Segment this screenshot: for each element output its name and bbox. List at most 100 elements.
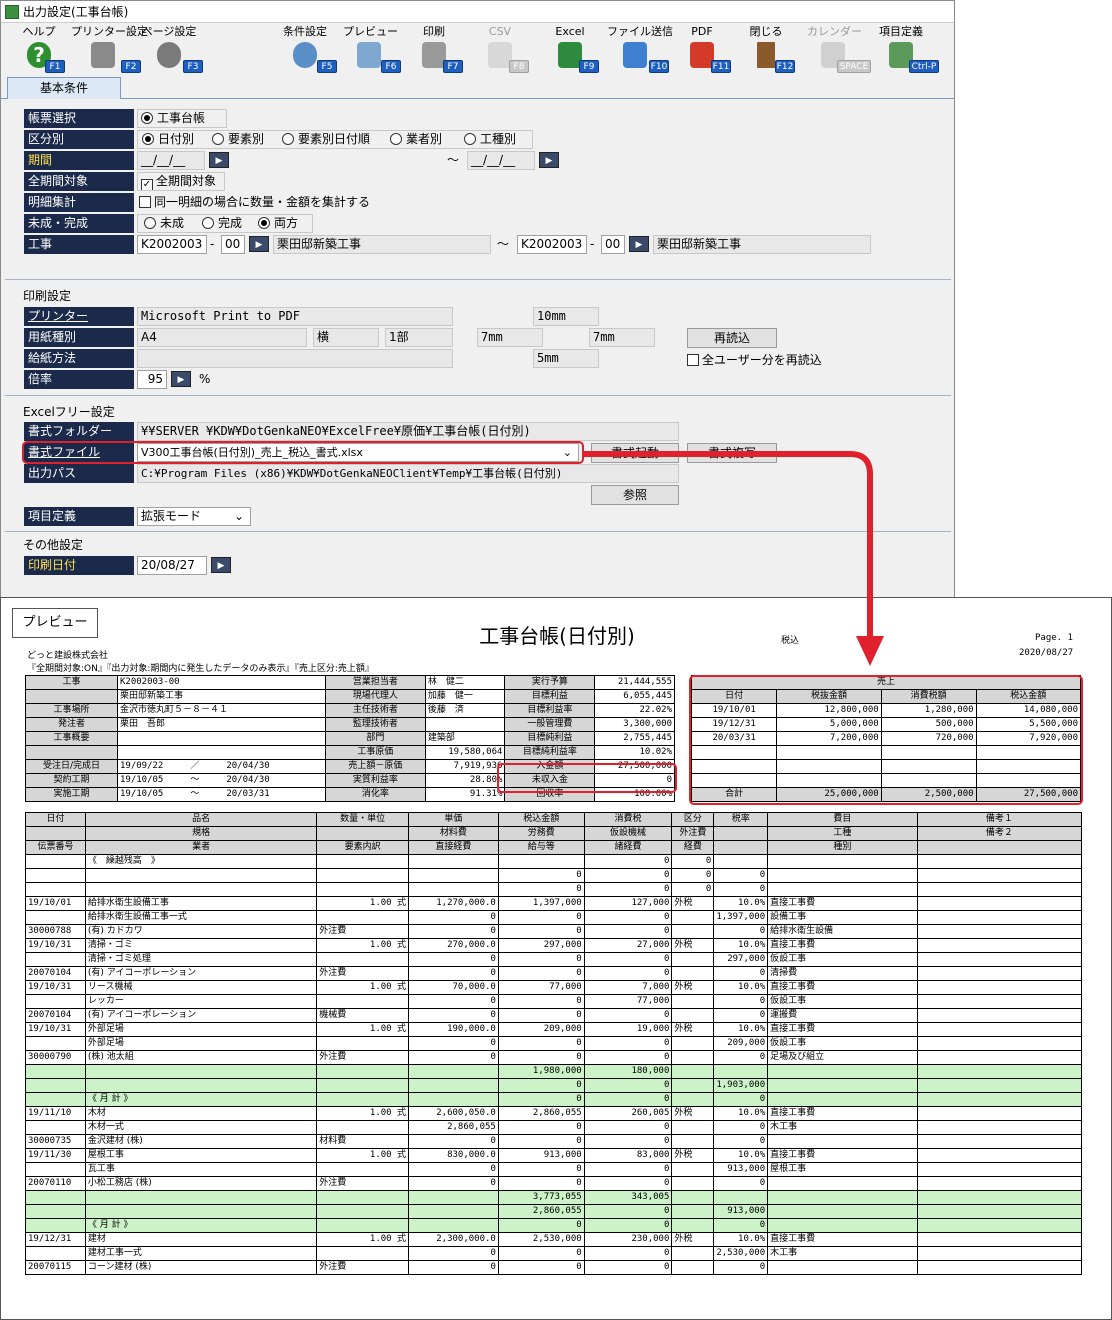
print-button[interactable]: 印刷 F7 [411, 24, 463, 76]
reload-all-checkbox[interactable]: 全ユーザー分を再読込 [687, 351, 822, 370]
table-cell: 0 [408, 1162, 499, 1177]
table-cell: 0 [583, 1162, 673, 1177]
all-period-checkbox[interactable]: ✓ 全期間対象 [137, 172, 225, 191]
item-definition-select[interactable]: 拡張モード ⌄ [137, 507, 251, 526]
table-cell [916, 1260, 1083, 1275]
reload-button[interactable]: 再読込 [687, 328, 777, 348]
info-cell: 実質利益率 [324, 773, 426, 788]
koji-from-code-input[interactable]: K2002003 [137, 235, 207, 254]
item-definition-button[interactable]: 項目定義 Ctrl-P [873, 24, 939, 76]
file-send-button[interactable]: ファイル送信 F10 [607, 24, 673, 76]
radio-vendor[interactable]: 業者別 [390, 131, 442, 148]
table-cell [408, 1190, 499, 1205]
info-cell: 10.02% [594, 745, 675, 760]
table-cell [916, 1078, 1083, 1093]
table-cell: 外税 [671, 938, 715, 953]
radio-date[interactable]: 日付別 [142, 131, 194, 148]
scale-input[interactable]: 95 [137, 370, 167, 389]
excel-button[interactable]: Excel F9 [547, 24, 599, 76]
radio-icon [258, 217, 270, 229]
table-cell [316, 1218, 410, 1233]
table-cell: 外注費 [316, 1260, 410, 1275]
koji-to-code-input[interactable]: K2002003 [517, 235, 587, 254]
info-cell: 19/09/22 ／ 20/04/30 [117, 759, 326, 774]
table-cell [316, 952, 410, 967]
table-cell: 0 [713, 882, 769, 897]
table-cell: 19/11/10 [25, 1106, 86, 1121]
radio-element[interactable]: 要素別 [212, 131, 264, 148]
paper-feed-value [137, 349, 453, 368]
table-row: 0 0 1,903,000 [25, 1078, 1083, 1093]
condition-settings-button[interactable]: 条件設定 F5 [279, 24, 337, 76]
table-cell [84, 868, 318, 883]
koji-from-search-button[interactable]: ▶ [249, 236, 269, 252]
table-cell [316, 1246, 410, 1261]
table-cell [25, 1092, 86, 1107]
table-cell [671, 1064, 715, 1079]
tab-basic-conditions[interactable]: 基本条件 [7, 77, 121, 99]
scale-button[interactable]: ▶ [171, 371, 191, 387]
printer-label[interactable]: プリンター [24, 307, 134, 326]
table-cell: 外部足場 [84, 1022, 318, 1037]
csv-button[interactable]: CSV F8 [477, 24, 529, 76]
page-settings-button[interactable]: ページ設定 F3 [141, 24, 203, 76]
table-cell [671, 1008, 715, 1023]
table-cell: 0 [713, 924, 769, 939]
info-row: 工事原価 19,580,064 目標純利益率 10.02% [25, 745, 675, 760]
table-cell: 0 [408, 1050, 499, 1065]
period-from-calendar-button[interactable]: ▶ [209, 152, 229, 168]
calendar-button[interactable]: カレンダー SPACE [807, 24, 871, 76]
info-cell: 工事原価 [324, 745, 426, 760]
print-date-label: 印刷日付 [24, 556, 134, 575]
page-number: Page. 1 [1035, 633, 1073, 643]
report-select-option[interactable]: 工事台帳 [137, 109, 227, 128]
table-cell [25, 1190, 86, 1205]
table-cell [916, 952, 1083, 967]
detail-aggregate-checkbox[interactable]: 同一明細の場合に数量・金額を集計する [139, 193, 370, 212]
table-cell: 外税 [671, 1148, 715, 1163]
radio-icon [202, 217, 214, 229]
table-cell: 19/12/31 [25, 1232, 86, 1247]
preview-button[interactable]: プレビュー F6 [343, 24, 401, 76]
radio-complete[interactable]: 完成 [202, 215, 242, 232]
help-button[interactable]: ヘルプ? F1 [19, 24, 65, 76]
period-to-calendar-button[interactable]: ▶ [539, 152, 559, 168]
radio-work-type[interactable]: 工種別 [464, 131, 516, 148]
radio-icon [390, 133, 402, 145]
period-from-input[interactable]: __/__/__ [137, 151, 205, 170]
radio-incomplete[interactable]: 未成 [144, 215, 184, 232]
table-cell: 機械費 [316, 1008, 410, 1023]
koji-to-dash: - [590, 237, 595, 251]
table-cell: 0 [583, 966, 673, 981]
table-cell: 0 [497, 1134, 585, 1149]
koji-to-sub-input[interactable]: 00 [601, 235, 625, 254]
radio-element-date[interactable]: 要素別日付順 [282, 131, 370, 148]
koji-from-sub-input[interactable]: 00 [221, 235, 245, 254]
table-cell: 仮設工事 [767, 994, 918, 1009]
table-cell: 10.0% [713, 1148, 769, 1163]
table-cell [671, 1260, 715, 1275]
printer-settings-button[interactable]: プリンター設定 F2 [71, 24, 148, 76]
print-date-input[interactable]: 20/08/27 [137, 556, 207, 575]
radio-both[interactable]: 両方 [258, 215, 298, 232]
pdf-button[interactable]: PDF F11 [679, 24, 731, 76]
table-cell: 足場及び組立 [767, 1050, 918, 1065]
table-cell: 0 [713, 1176, 769, 1191]
print-date-calendar-button[interactable]: ▶ [211, 557, 231, 573]
table-cell: コーン建材 (株) [84, 1260, 318, 1275]
detail-head-cell: 単価 [408, 812, 499, 827]
window-title: 出力設定(工事台帳) [23, 5, 129, 19]
table-cell [767, 1176, 918, 1191]
table-cell [767, 1190, 918, 1205]
period-to-input[interactable]: __/__/__ [467, 151, 535, 170]
table-cell: 0 [497, 966, 585, 981]
detail-head-cell: 工種 [767, 826, 918, 841]
status-radio-group: 未成 完成 両方 [137, 214, 313, 233]
koji-to-search-button[interactable]: ▶ [629, 236, 649, 252]
report-conditions: 『全期間対象:ON』『出力対象:期間内に発生したデータのみ表示』『売上区分:売上… [27, 664, 374, 674]
info-cell: 契約工期 [25, 773, 118, 788]
close-button[interactable]: 閉じる F12 [743, 24, 795, 76]
table-cell: 0 [583, 882, 673, 897]
table-cell: 10.0% [713, 896, 769, 911]
toolbar: ヘルプ? F1 プリンター設定 F2 ページ設定 F3 条件設定 F5 プレビュー F6 … [1, 24, 954, 76]
